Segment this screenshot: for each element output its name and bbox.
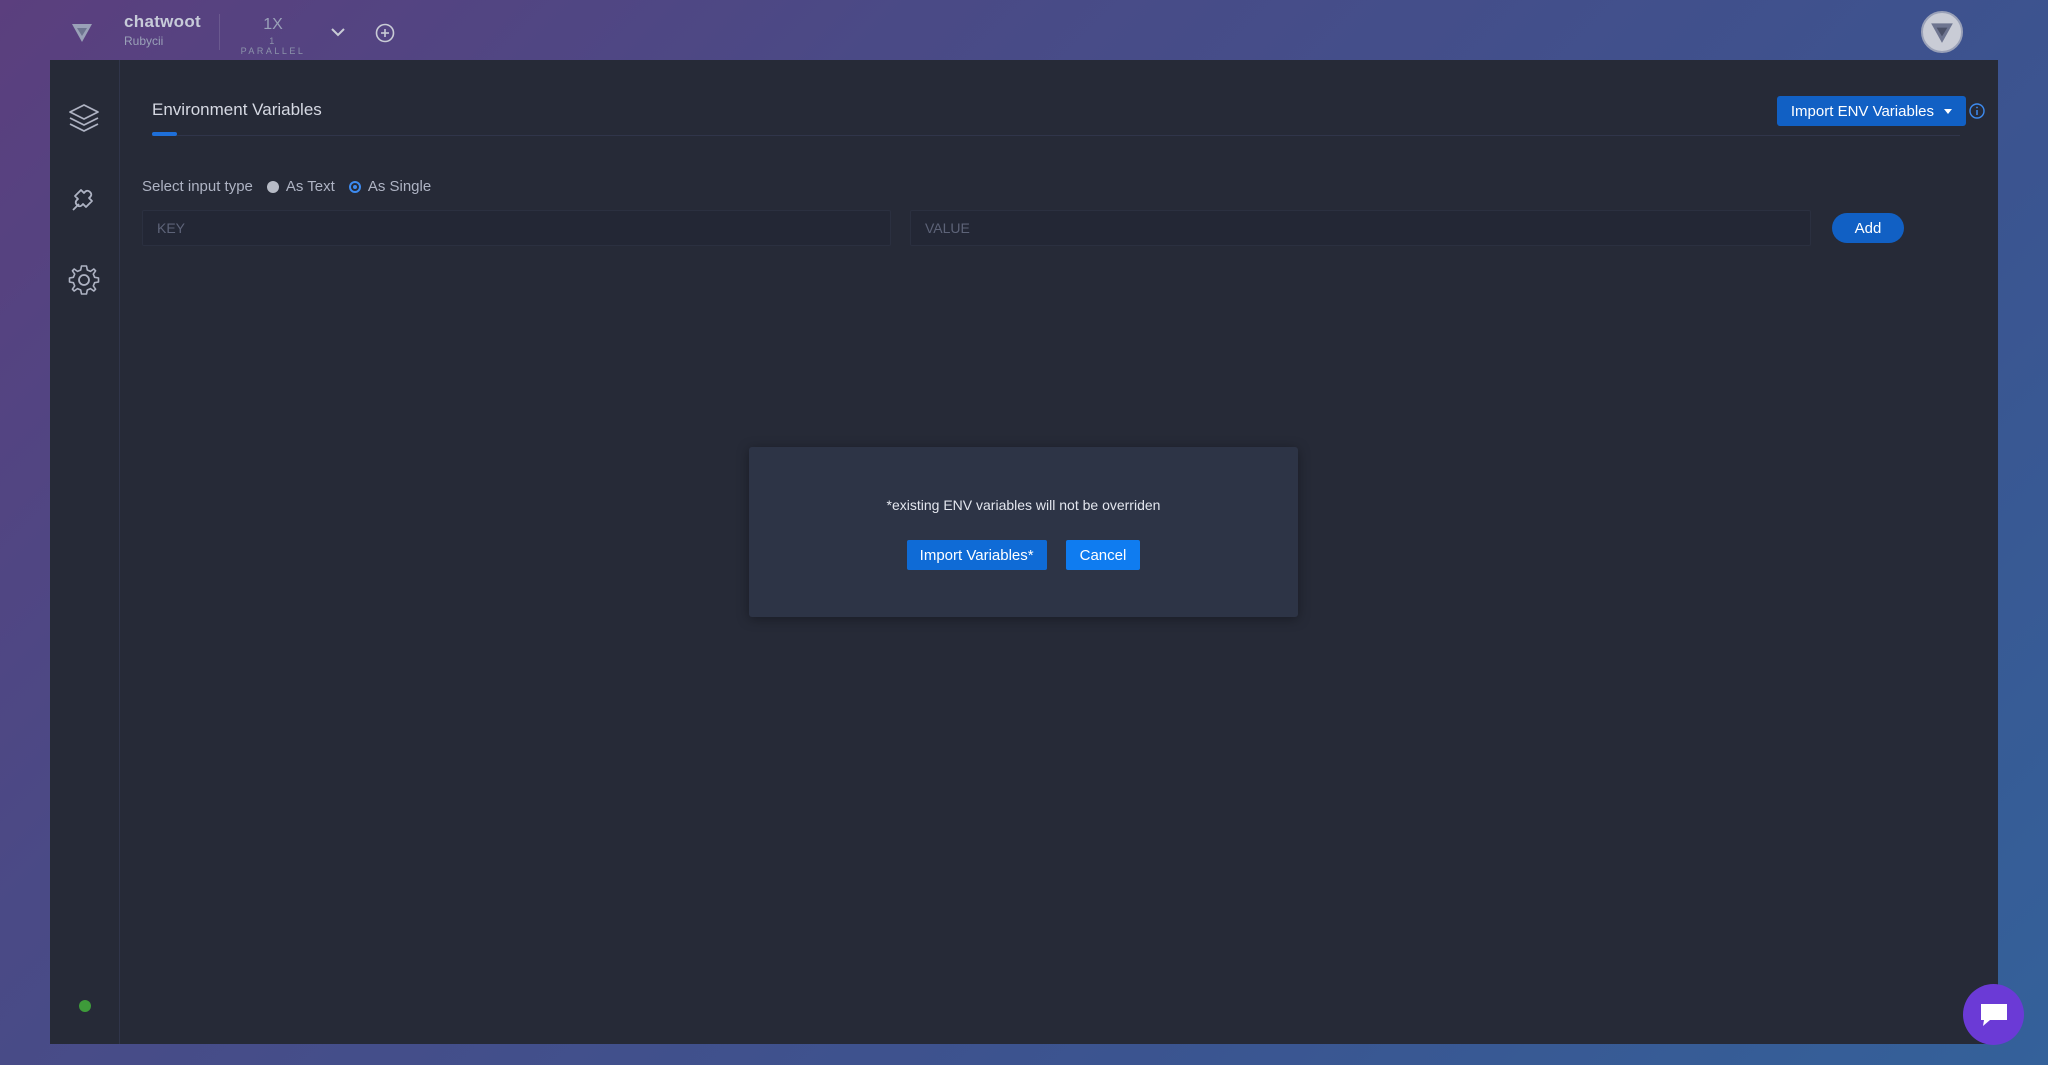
import-env-variables-button[interactable]: Import ENV Variables: [1776, 96, 1966, 126]
avatar-logo-icon: [1931, 23, 1953, 43]
input-type-label: Select input type: [142, 178, 253, 195]
radio-as-single[interactable]: [348, 180, 361, 193]
input-type-selector: Select input type As Text As Single: [142, 178, 431, 195]
add-button[interactable]: Add: [1832, 213, 1904, 243]
key-input[interactable]: [142, 210, 891, 246]
add-circle-icon[interactable]: [374, 22, 396, 44]
layers-icon[interactable]: [67, 102, 101, 136]
gear-icon[interactable]: [67, 263, 101, 297]
as-single-label[interactable]: As Single: [368, 178, 431, 195]
puzzle-icon[interactable]: [67, 182, 101, 216]
sidebar: [50, 60, 120, 1044]
import-variables-button[interactable]: Import Variables*: [906, 540, 1047, 570]
active-tab-indicator: [152, 132, 177, 136]
import-env-label: Import ENV Variables: [1790, 102, 1934, 120]
radio-as-text[interactable]: [266, 180, 279, 193]
top-bar: chatwoot Rubycii 1X 1 PARALLEL: [0, 0, 2048, 60]
project-selector[interactable]: chatwoot Rubycii: [124, 12, 201, 48]
tab-environment-variables[interactable]: Environment Variables: [152, 100, 322, 120]
parallel-indicator: 1X 1 PARALLEL: [238, 16, 308, 56]
chat-widget-button[interactable]: [1963, 984, 2024, 1045]
modal-actions: Import Variables* Cancel: [749, 540, 1298, 570]
parallel-label: 1 PARALLEL: [240, 36, 306, 56]
app-logo-icon[interactable]: [70, 20, 94, 44]
modal-message: *existing ENV variables will not be over…: [886, 497, 1161, 513]
cancel-button[interactable]: Cancel: [1065, 540, 1141, 570]
status-indicator: [79, 1000, 91, 1012]
caret-down-icon: [1944, 108, 1952, 114]
info-icon[interactable]: [1968, 102, 1986, 120]
import-confirm-modal: *existing ENV variables will not be over…: [749, 447, 1298, 617]
parallel-value: 1X: [263, 16, 283, 33]
as-text-label[interactable]: As Text: [286, 178, 335, 195]
chat-bubble-icon: [1980, 1003, 2007, 1026]
value-input[interactable]: [910, 210, 1811, 246]
avatar[interactable]: [1921, 11, 1963, 53]
project-owner: Rubycii: [124, 34, 164, 48]
divider: [219, 14, 220, 50]
project-name: chatwoot: [124, 12, 202, 31]
chevron-down-icon[interactable]: [328, 22, 348, 42]
tab-bar: Environment Variables: [152, 60, 1960, 136]
